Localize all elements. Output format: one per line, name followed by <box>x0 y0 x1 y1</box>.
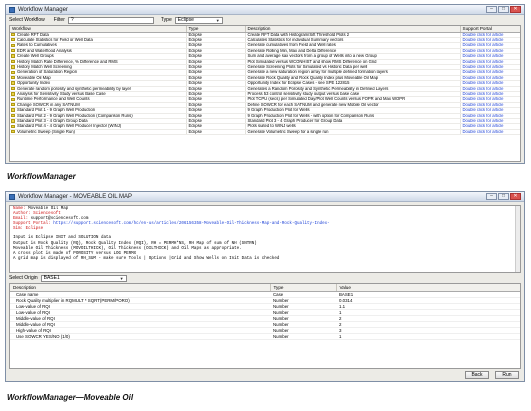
email-value: support@sciencesoft.com <box>30 217 89 222</box>
table-cell: Number <box>270 333 336 341</box>
column-header[interactable]: Type <box>270 284 337 292</box>
table-cell: Eclipse <box>186 129 246 136</box>
workflow-icon <box>11 65 15 69</box>
moveable-oil-window: Workflow Manager - MOVEABLE OIL MAP – □ … <box>5 191 525 382</box>
workflow-name: Standard Plot 3 - 4 Graph Group Data <box>17 118 88 123</box>
chevron-down-icon: ▼ <box>215 17 220 23</box>
workflow-icon <box>11 97 15 101</box>
workflow-name: History Match Rate Difference, % Differe… <box>17 59 118 64</box>
title-bar: Workflow Manager - MOVEABLE OIL MAP – □ … <box>6 192 524 202</box>
maximize-button[interactable]: □ <box>498 6 509 13</box>
workflow-icon <box>11 59 15 64</box>
window-title: Workflow Manager <box>18 6 68 13</box>
caption-moveable-oil: WorkflowManager—Moveable Oil <box>7 393 134 402</box>
workflow-icon <box>11 54 15 58</box>
maximize-button[interactable]: □ <box>498 193 509 200</box>
workflow-icon <box>11 92 15 96</box>
type-select-value: Eclipse <box>177 16 194 23</box>
workflow-icon <box>11 102 15 107</box>
select-origin-label: Select Origin <box>9 275 38 281</box>
workflow-name: History Match Well Screening <box>17 64 72 69</box>
close-button[interactable]: ✕ <box>510 6 521 13</box>
workflow-icon <box>11 86 15 91</box>
workflow-name: Create RFT Data <box>17 32 49 37</box>
parameters-table: Description Type Value Case name Case BASE1 R… <box>9 283 521 369</box>
workflow-icon <box>11 119 15 123</box>
footer: Back Run <box>6 369 524 381</box>
workflow-icon <box>11 130 15 134</box>
workflow-name: Generation of Saturation Region <box>17 69 78 75</box>
table-row[interactable]: Use SOWCR YES/NO (1/0) Number 1 <box>10 333 520 341</box>
sim-label: Sim: <box>13 227 24 232</box>
chevron-down-icon: ▼ <box>119 275 124 281</box>
workflow-name: Standard Plot 1 - 9 Graph Well Productio… <box>17 107 96 113</box>
workflow-name: EDR and Waterflood Analysis <box>17 48 72 53</box>
app-icon <box>9 6 15 13</box>
workflow-name: Change SOWCR in any SATNUM <box>17 102 80 107</box>
table-cell: Generate Volumetric Sweep for a single r… <box>245 129 461 136</box>
select-workflow-label: Select Workflow <box>9 17 45 23</box>
workflow-name: Calculate Statistics for Field or Well D… <box>17 37 93 42</box>
table-cell: 1 <box>336 333 520 341</box>
workflow-name: Opportunity Index <box>17 80 51 86</box>
workflow-manager-window: Workflow Manager – □ ✕ Select Workflow F… <box>5 4 525 164</box>
portal-label: Support Portal: <box>13 222 51 227</box>
workflow-name: Create Well Groups <box>17 53 54 59</box>
minimize-button[interactable]: – <box>486 6 497 13</box>
workflow-name: Moveable Oil Map <box>17 75 51 80</box>
filter-bar: Select Workflow Filter ? Type Eclipse ▼ <box>6 15 524 25</box>
filter-label: Filter <box>53 17 65 23</box>
workflow-info-panel: Name: Moveable Oil Map Author: Scienceso… <box>9 205 521 273</box>
minimize-button[interactable]: – <box>486 193 497 200</box>
filter-input[interactable]: ? <box>67 16 154 24</box>
type-select[interactable]: Eclipse ▼ <box>174 16 223 24</box>
table-cell: Use SOWCR YES/NO (1/0) <box>10 333 270 341</box>
workflow-icon <box>11 48 15 53</box>
workflow-icon <box>11 43 15 47</box>
workflow-icon <box>11 81 15 85</box>
workflow-icon <box>11 75 15 80</box>
close-button[interactable]: ✕ <box>510 193 521 200</box>
app-icon <box>9 193 15 200</box>
type-label: Type <box>160 17 172 23</box>
run-button[interactable]: Run <box>495 371 519 379</box>
workflow-icon <box>11 108 15 112</box>
name-value: Moveable Oil Map <box>28 207 69 211</box>
caption-workflow-manager: WorkflowManager <box>7 172 76 181</box>
column-header[interactable]: Value <box>336 284 520 292</box>
back-button[interactable]: Back <box>465 371 489 379</box>
author-value: Sciencesoft <box>33 212 61 217</box>
article-link[interactable]: Double click for article <box>460 129 520 136</box>
origin-select-value: BASE1 <box>43 274 60 281</box>
workflow-icon <box>11 124 15 128</box>
name-label: Name: <box>13 207 26 211</box>
title-bar: Workflow Manager – □ ✕ <box>6 5 524 15</box>
workflow-icon <box>11 32 15 37</box>
origin-bar: Select Origin BASE1 ▼ <box>6 273 524 283</box>
workflow-icon <box>11 70 15 74</box>
workflow-name: Generate random porosity and synthetic p… <box>17 86 132 91</box>
portal-link[interactable]: https://support.sciencesoft.com/hc/en-us… <box>53 222 329 226</box>
email-label: Email: <box>13 217 29 222</box>
workflow-icon <box>11 113 15 118</box>
workflow-icon <box>11 38 15 42</box>
info-line: A grid map is displayed of RH_SUM - make… <box>13 256 280 261</box>
workflow-name: Rates to Cumulatives <box>17 42 57 48</box>
table-row[interactable]: Volumetric Sweep (Single Run) Eclipse Gene… <box>10 129 520 136</box>
column-header[interactable]: Description <box>10 284 271 292</box>
workflow-table: Workflow Type Description Support Portal Cr… <box>9 25 521 162</box>
workflow-name: Volumetric Sweep (Single Run) <box>17 129 75 134</box>
vertical-scrollbar[interactable] <box>515 206 520 272</box>
sim-value: Eclipse <box>25 227 44 232</box>
window-title: Workflow Manager - MOVEABLE OIL MAP <box>18 193 133 200</box>
workflow-name: Runtime Performance and Well Counts <box>17 96 90 102</box>
author-label: Author: <box>13 212 31 217</box>
workflow-name: Standard Plot 4 - 4 Graph Well Producer … <box>17 123 122 129</box>
workflow-name: Standard Plot 2 - 9 Graph Well Productio… <box>17 113 133 118</box>
workflow-name: Analysis for Sensitivity Study versus Ba… <box>17 91 106 96</box>
origin-select[interactable]: BASE1 ▼ <box>40 274 127 282</box>
